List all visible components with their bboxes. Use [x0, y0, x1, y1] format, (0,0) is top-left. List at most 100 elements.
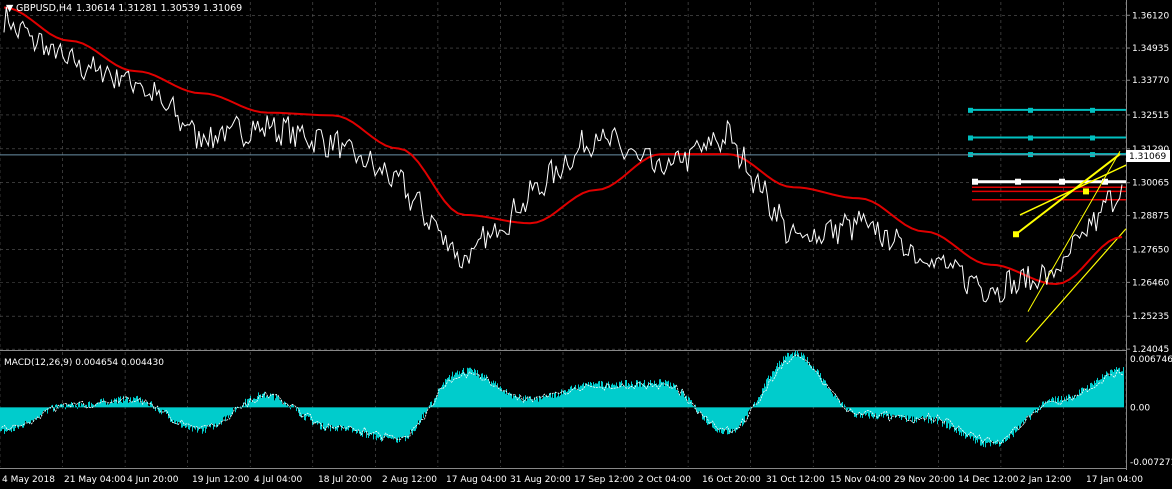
macd-bar: [746, 407, 747, 416]
macd-bar: [117, 403, 118, 408]
macd-bar: [1093, 385, 1094, 408]
macd-bar: [19, 407, 20, 427]
macd-bar: [1109, 376, 1110, 408]
x-tick-label: 17 Aug 04:00: [446, 475, 507, 485]
macd-bar: [1085, 389, 1086, 408]
macd-bar: [768, 375, 769, 408]
macd-bar: [721, 407, 722, 434]
macd-bar: [7, 407, 8, 431]
macd-bar: [904, 407, 905, 416]
macd-bar: [565, 390, 566, 408]
macd-bar: [458, 374, 459, 408]
macd-bar: [1065, 400, 1066, 408]
macd-bar: [993, 407, 994, 445]
macd-bar: [31, 407, 32, 421]
macd-bar: [473, 371, 474, 408]
macd-bar: [202, 407, 203, 434]
macd-bar: [599, 380, 600, 408]
macd-bar: [145, 402, 146, 408]
macd-bar: [932, 407, 933, 418]
macd-bar: [624, 387, 625, 408]
cyan-level-handle: [1028, 107, 1033, 113]
macd-bar: [663, 381, 664, 408]
macd-bar: [795, 350, 796, 408]
macd-bar: [208, 407, 209, 426]
macd-bar: [350, 407, 351, 427]
macd-bar: [962, 407, 963, 433]
macd-bar: [371, 407, 372, 435]
macd-bar: [734, 407, 735, 430]
macd-bar: [300, 407, 301, 417]
macd-bar: [964, 407, 965, 434]
macd-bar: [551, 397, 552, 408]
macd-bar: [1061, 395, 1062, 408]
macd-bar: [968, 407, 969, 435]
macd-bar: [357, 407, 358, 433]
macd-bar: [714, 407, 715, 430]
macd-bar: [222, 407, 223, 422]
macd-bar: [829, 387, 830, 408]
macd-bar: [674, 384, 675, 408]
macd-bar: [309, 407, 310, 417]
macd-bar: [568, 389, 569, 408]
macd-bar: [137, 395, 138, 408]
macd-bar: [740, 407, 741, 424]
macd-bar: [474, 368, 475, 408]
macd-bar: [1015, 407, 1016, 433]
macd-bar: [383, 407, 384, 436]
macd-bar: [497, 383, 498, 408]
macd-bar: [422, 407, 423, 415]
triangle-down-icon[interactable]: ▼: [6, 3, 14, 14]
macd-bar: [522, 401, 523, 408]
macd-bar: [253, 398, 254, 408]
macd-bar: [344, 407, 345, 429]
macd-bar: [1020, 407, 1021, 427]
x-tick-label: 4 Jul 04:00: [254, 475, 303, 485]
macd-bar: [833, 396, 834, 408]
macd-bar: [504, 390, 505, 408]
macd-bar: [1072, 395, 1073, 408]
macd-bar: [338, 407, 339, 428]
y-tick-label: 1.27650: [1132, 245, 1169, 255]
macd-bar: [790, 354, 791, 408]
macd-bar: [457, 370, 458, 408]
macd-bar: [139, 402, 140, 408]
macd-bar: [862, 407, 863, 418]
macd-bar: [1096, 379, 1097, 408]
macd-bar: [110, 402, 111, 408]
macd-bar: [290, 407, 291, 410]
x-tick-label: 14 Dec 12:00: [958, 475, 1019, 485]
macd-bar: [892, 407, 893, 415]
macd-bar: [547, 395, 548, 408]
macd-bar: [405, 407, 406, 442]
macd-bar: [304, 407, 305, 421]
macd-bar: [826, 383, 827, 408]
macd-bar: [935, 407, 936, 418]
macd-bar: [27, 407, 28, 424]
macd-bar: [706, 407, 707, 423]
macd-bar: [548, 397, 549, 408]
macd-bar: [637, 380, 638, 408]
macd-bar: [702, 407, 703, 420]
macd-bar: [605, 385, 606, 408]
macd-bar: [1011, 407, 1012, 434]
macd-bar: [263, 393, 264, 408]
macd-bar: [929, 407, 930, 420]
macd-bar: [816, 370, 817, 408]
macd-bar: [560, 395, 561, 408]
macd-bar: [593, 382, 594, 408]
price-chart[interactable]: 1.361201.349351.337701.325151.312901.300…: [0, 0, 1172, 489]
macd-bar: [485, 377, 486, 408]
macd-bar: [772, 371, 773, 408]
macd-bar: [792, 352, 793, 408]
macd-bar: [684, 397, 685, 408]
macd-bar: [400, 407, 401, 437]
macd-bar: [212, 407, 213, 424]
macd-bar: [689, 397, 690, 408]
macd-bar: [417, 407, 418, 425]
macd-bar: [366, 407, 367, 438]
macd-bar: [598, 381, 599, 408]
macd-bar: [639, 381, 640, 408]
macd-bar: [1053, 398, 1054, 408]
macd-bar: [799, 356, 800, 408]
